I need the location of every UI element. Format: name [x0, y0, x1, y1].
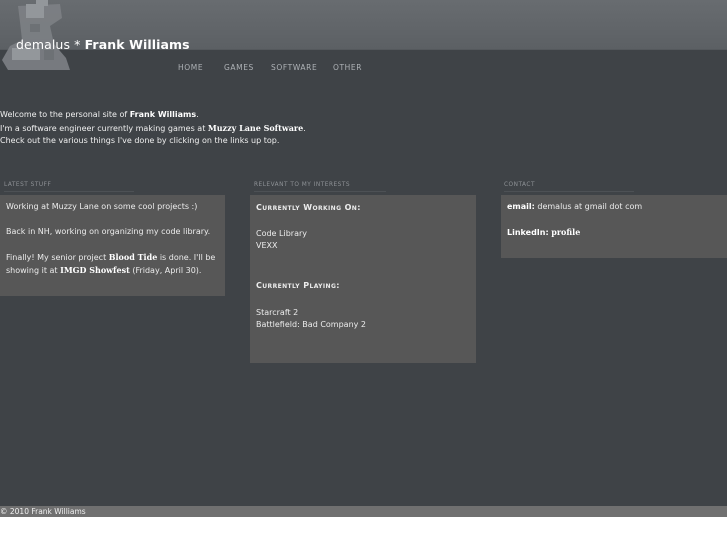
- linkedin-profile-link[interactable]: profile: [551, 227, 580, 237]
- email-value: demalus at gmail dot com: [534, 202, 643, 211]
- contact-linkedin: LinkedIn: profile: [507, 226, 580, 240]
- welcome-line-3: Check out the various things I've done b…: [0, 136, 280, 145]
- working-item-2: VEXX: [256, 241, 278, 250]
- site-title[interactable]: demalus * Frank Williams: [16, 37, 190, 52]
- welcome-line-1-text: Welcome to the personal site of: [0, 110, 130, 119]
- page: demalus * Frank Williams HOME GAMES SOFT…: [0, 0, 727, 517]
- latest-item-3-end: is done. I'll be: [157, 253, 216, 262]
- contact-label: CONTACT: [504, 182, 634, 192]
- playing-item-1: Starcraft 2: [256, 308, 299, 317]
- latest-item-4-text: showing it at: [6, 266, 61, 275]
- latest-item-1: Working at Muzzy Lane on some cool proje…: [6, 202, 198, 211]
- welcome-text: Welcome to the personal site of Frank Wi…: [0, 109, 306, 148]
- interests-label: RELEVANT TO MY INTERESTS: [254, 182, 386, 192]
- site-handle: demalus: [16, 37, 71, 52]
- welcome-line-2-end: .: [303, 123, 306, 133]
- nav-other[interactable]: OTHER: [333, 63, 362, 72]
- playing-item-2: Battlefield: Bad Company 2: [256, 320, 367, 329]
- title-separator: *: [74, 37, 81, 52]
- site-owner-name: Frank Williams: [84, 37, 190, 52]
- latest-item-4-end: (Friday, April 30).: [129, 266, 202, 275]
- nav-home[interactable]: HOME: [178, 63, 203, 72]
- latest-item-3-line-1: Finally! My senior project Blood Tide is…: [6, 251, 215, 265]
- email-label: email:: [507, 202, 535, 211]
- contact-box: email: demalus at gmail dot com LinkedIn…: [501, 195, 727, 258]
- latest-item-2: Back in NH, working on organizing my cod…: [6, 227, 211, 236]
- welcome-line-1-end: .: [196, 110, 199, 119]
- footer: © 2010 Frank Williams: [0, 506, 727, 517]
- copyright-text: © 2010 Frank Williams: [0, 507, 86, 516]
- latest-item-3-line-2: showing it at IMGD Showfest (Friday, Apr…: [6, 264, 201, 278]
- logo-art: [2, 0, 70, 70]
- currently-working-heading: Currently Working On:: [256, 203, 361, 212]
- working-item-1: Code Library: [256, 229, 307, 238]
- interests-box: Currently Working On: Code Library VEXX …: [250, 195, 476, 363]
- latest-stuff-label: LATEST STUFF: [4, 182, 134, 192]
- welcome-owner-name: Frank Williams: [129, 110, 197, 119]
- welcome-line-2: I'm a software engineer currently making…: [0, 122, 306, 136]
- currently-playing-heading: Currently Playing:: [256, 281, 340, 290]
- linkedin-label: LinkedIn:: [507, 228, 549, 237]
- contact-email: email: demalus at gmail dot com: [507, 201, 642, 214]
- latest-item-3-text: Finally! My senior project: [6, 253, 109, 262]
- project-blood-tide: Blood Tide: [108, 252, 158, 262]
- welcome-line-1: Welcome to the personal site of Frank Wi…: [0, 109, 306, 122]
- nav-games[interactable]: GAMES: [224, 63, 254, 72]
- event-imgd-showfest: IMGD Showfest: [60, 265, 130, 275]
- welcome-employer: Muzzy Lane Software: [207, 122, 304, 133]
- latest-stuff-box: Working at Muzzy Lane on some cool proje…: [0, 195, 225, 296]
- welcome-line-2-text: I'm a software engineer currently making…: [0, 123, 208, 133]
- nav-software[interactable]: SOFTWARE: [271, 63, 317, 72]
